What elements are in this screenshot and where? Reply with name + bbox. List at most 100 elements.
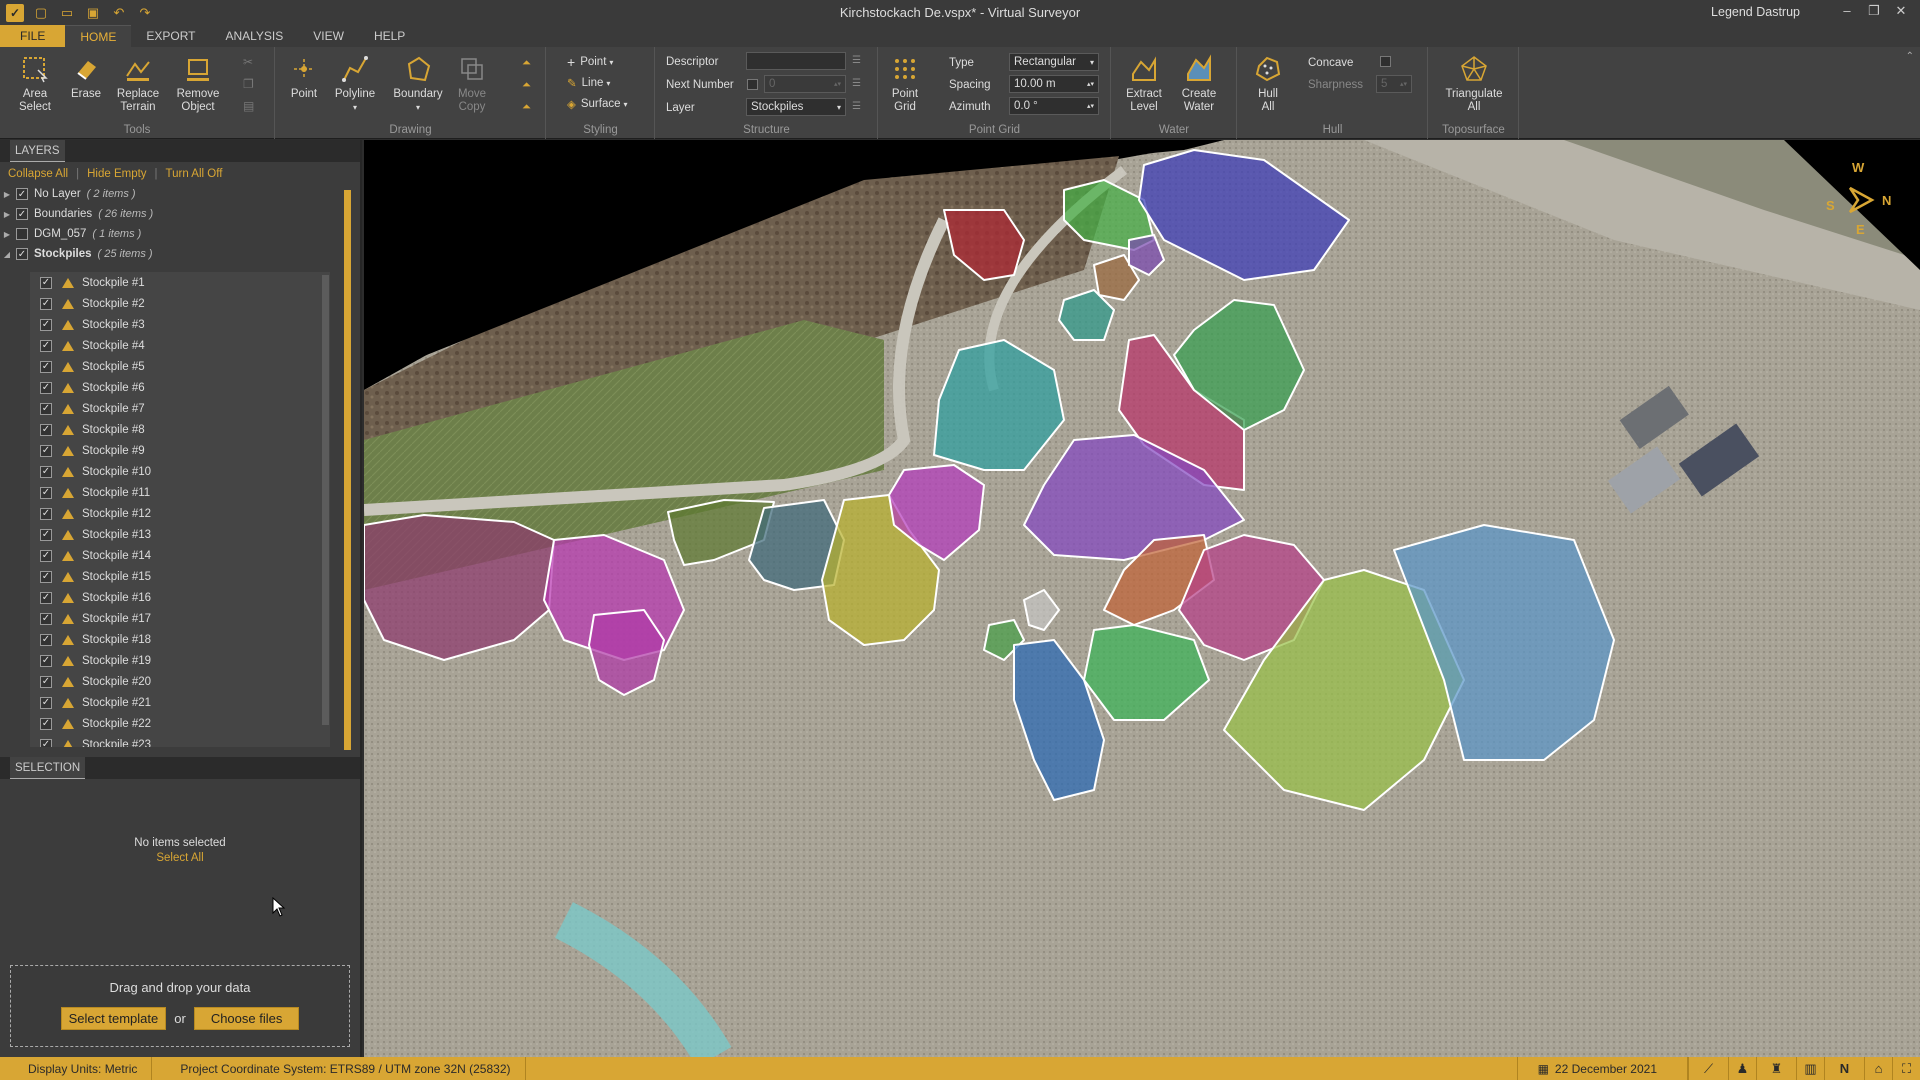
remove-object-button[interactable]: Remove Object (170, 53, 226, 114)
item-checkbox[interactable]: ✓ (40, 402, 52, 415)
point-grid-button[interactable]: Point Grid (887, 53, 923, 114)
selection-tab[interactable]: SELECTION (10, 757, 86, 779)
save-icon[interactable]: ▣ (84, 4, 102, 22)
list-item[interactable]: ✓ Stockpile #4 (30, 335, 330, 356)
app-logo-icon[interactable]: ✓ (6, 3, 24, 22)
triangulate-all-button[interactable]: Triangulate All (1429, 53, 1519, 114)
erase-button[interactable]: Erase (68, 53, 104, 101)
list-item[interactable]: ✓ Stockpile #20 (30, 671, 330, 692)
expand-icon[interactable]: ▶ (0, 190, 14, 199)
redo-icon[interactable]: ↷ (136, 4, 154, 22)
north-up-button[interactable]: N (1824, 1057, 1864, 1080)
item-checkbox[interactable]: ✓ (40, 507, 52, 520)
item-checkbox[interactable]: ✓ (40, 465, 52, 478)
concave-checkbox[interactable] (1380, 56, 1391, 67)
item-checkbox[interactable]: ✓ (40, 276, 52, 289)
next-number-list-icon[interactable]: ☰ (852, 78, 861, 89)
move-copy-button[interactable]: Move Copy (452, 53, 492, 114)
list-item[interactable]: ✓ Stockpile #16 (30, 587, 330, 608)
list-item[interactable]: ✓ Stockpile #1 (30, 272, 330, 293)
item-checkbox[interactable]: ✓ (40, 381, 52, 394)
layer-checkbox[interactable]: ✓ (16, 188, 28, 200)
replace-terrain-button[interactable]: Replace Terrain (112, 53, 164, 114)
copy-icon[interactable]: ❐ (243, 77, 254, 91)
layers-tab[interactable]: LAYERS (10, 140, 65, 162)
list-item[interactable]: ✓ Stockpile #17 (30, 608, 330, 629)
tab-export[interactable]: EXPORT (131, 25, 210, 47)
list-item[interactable]: ✓ Stockpile #12 (30, 503, 330, 524)
list-item[interactable]: ✓ Stockpile #11 (30, 482, 330, 503)
layer-checkbox[interactable]: ✓ (16, 208, 28, 220)
tab-view[interactable]: VIEW (298, 25, 359, 47)
fullscreen-icon[interactable]: ⛶ (1892, 1057, 1920, 1080)
descriptor-list-icon[interactable]: ☰ (852, 55, 861, 66)
display-units[interactable]: Display Units: Metric (0, 1057, 153, 1080)
item-checkbox[interactable]: ✓ (40, 675, 52, 688)
aerial-map[interactable] (364, 140, 1920, 1057)
tab-home[interactable]: HOME (65, 25, 132, 47)
open-folder-icon[interactable]: ▭ (58, 4, 76, 22)
item-checkbox[interactable]: ✓ (40, 570, 52, 583)
list-item[interactable]: ✓ Stockpile #23 (30, 734, 330, 747)
grid-type-select[interactable]: Rectangular ▾ (1009, 53, 1099, 71)
grid-azimuth-input[interactable]: 0.0 ° ▴▾ (1009, 97, 1099, 115)
layer-row-dgm[interactable]: ▶✓DGM_057( 1 items ) (0, 224, 360, 244)
expand-icon[interactable]: ▶ (0, 210, 14, 219)
paste-icon[interactable]: ▤ (243, 99, 254, 113)
tab-file[interactable]: FILE (0, 25, 66, 47)
choose-files-button[interactable]: Choose files (193, 1007, 300, 1030)
list-item[interactable]: ✓ Stockpile #5 (30, 356, 330, 377)
person-icon[interactable]: ♟ (1728, 1057, 1756, 1080)
tab-help[interactable]: HELP (359, 25, 420, 47)
list-item[interactable]: ✓ Stockpile #22 (30, 713, 330, 734)
list-item[interactable]: ✓ Stockpile #3 (30, 314, 330, 335)
list-item[interactable]: ✓ Stockpile #19 (30, 650, 330, 671)
style-point-button[interactable]: + Point ▾ (567, 53, 613, 71)
next-number-checkbox[interactable] (747, 79, 758, 90)
terrain-style-icon-1[interactable]: ⏶ (522, 57, 531, 70)
layer-row-no-layer[interactable]: ▶ ✓ No Layer( 2 items ) (0, 184, 360, 204)
minimize-icon[interactable]: – (1834, 3, 1860, 18)
layers-scrollbar[interactable] (344, 190, 351, 750)
style-line-button[interactable]: ✎ Line ▾ (567, 74, 610, 92)
item-checkbox[interactable]: ✓ (40, 633, 52, 646)
maximize-icon[interactable]: ❐ (1861, 3, 1887, 19)
expand-icon[interactable]: ▶ (0, 230, 14, 239)
collapse-icon[interactable]: ◢ (0, 250, 14, 259)
list-item[interactable]: ✓ Stockpile #18 (30, 629, 330, 650)
coordinate-system[interactable]: Project Coordinate System: ETRS89 / UTM … (152, 1057, 526, 1080)
stockpile-list-scrollbar[interactable] (322, 275, 329, 725)
new-file-icon[interactable]: ▢ (32, 4, 50, 22)
layer-select[interactable]: Stockpiles ▾ (746, 98, 846, 116)
descriptor-input[interactable] (746, 52, 846, 70)
item-checkbox[interactable]: ✓ (40, 297, 52, 310)
extract-level-button[interactable]: Extract Level (1118, 53, 1170, 114)
hide-empty-link[interactable]: Hide Empty (87, 168, 146, 180)
item-checkbox[interactable]: ✓ (40, 339, 52, 352)
item-checkbox[interactable]: ✓ (40, 549, 52, 562)
create-water-button[interactable]: Create Water (1174, 53, 1224, 114)
profile-chart-icon[interactable]: ⟋ (1688, 1057, 1728, 1080)
hull-all-button[interactable]: Hull All (1250, 53, 1286, 114)
compass-widget[interactable]: W N S E (1820, 160, 1900, 240)
collapse-ribbon-icon[interactable]: ⌃ (1906, 51, 1914, 62)
item-checkbox[interactable]: ✓ (40, 360, 52, 373)
home-view-icon[interactable]: ⌂ (1864, 1057, 1892, 1080)
collapse-all-link[interactable]: Collapse All (8, 168, 68, 180)
item-checkbox[interactable]: ✓ (40, 654, 52, 667)
item-checkbox[interactable]: ✓ (40, 696, 52, 709)
list-item[interactable]: ✓ Stockpile #21 (30, 692, 330, 713)
terrain-style-icon-3[interactable]: ⏶ (522, 101, 531, 114)
terrain-style-icon-2[interactable]: ⏶ (522, 79, 531, 92)
item-checkbox[interactable]: ✓ (40, 486, 52, 499)
boundary-button[interactable]: Boundary ▾ (390, 53, 446, 114)
select-template-button[interactable]: Select template (60, 1007, 167, 1030)
list-item[interactable]: ✓ Stockpile #10 (30, 461, 330, 482)
close-icon[interactable]: ✕ (1888, 3, 1914, 19)
polyline-button[interactable]: Polyline ▾ (330, 53, 380, 114)
item-checkbox[interactable]: ✓ (40, 423, 52, 436)
point-button[interactable]: Point (284, 53, 324, 101)
list-item[interactable]: ✓ Stockpile #8 (30, 419, 330, 440)
tower-icon[interactable]: ♜ (1756, 1057, 1796, 1080)
item-checkbox[interactable]: ✓ (40, 528, 52, 541)
